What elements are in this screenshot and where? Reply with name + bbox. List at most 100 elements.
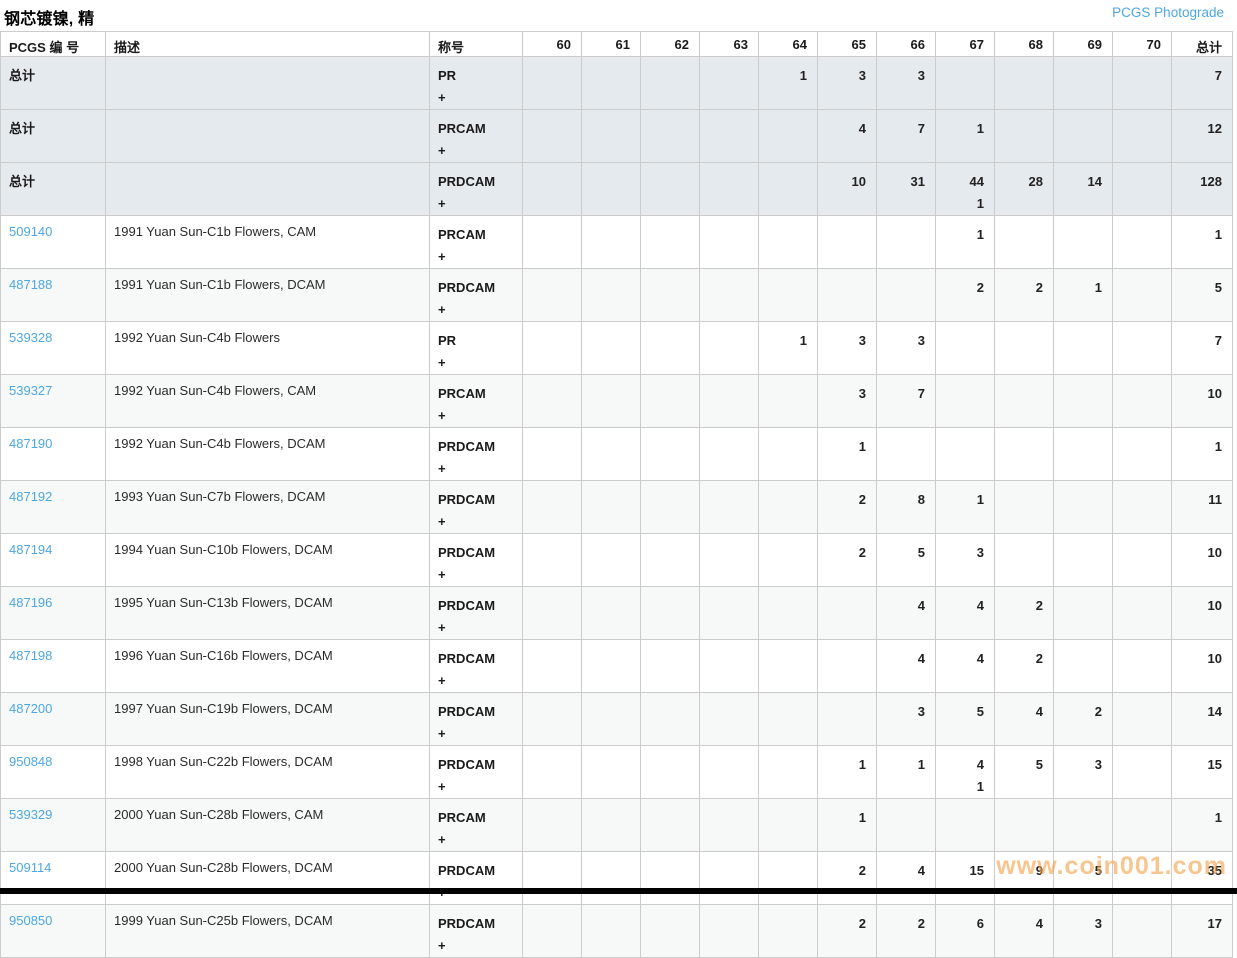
grade-count-cell: 1 xyxy=(935,109,995,163)
designation-label: PRDCAM xyxy=(438,651,496,666)
grade-count-cell: 5 xyxy=(935,692,995,746)
pcgs-number-link[interactable]: 539329 xyxy=(9,807,52,822)
total-label-cell: 总计 xyxy=(0,56,106,110)
pcgs-number-link[interactable]: 487194 xyxy=(9,542,52,557)
grade-count-cell xyxy=(1112,374,1172,428)
count-value: 4 xyxy=(1035,704,1043,719)
pcgs-photograde-link[interactable]: PCGS Photograde xyxy=(1112,5,1228,20)
pcgs-number-link[interactable]: 950848 xyxy=(9,754,52,769)
grade-count-cell xyxy=(640,215,700,269)
grade-count-cell xyxy=(640,586,700,640)
grade-count-cell xyxy=(1053,321,1113,375)
count-value: 17 xyxy=(1207,916,1222,931)
count-value: 14 xyxy=(1087,174,1102,189)
grade-count-cell xyxy=(817,639,877,693)
grade-count-cell xyxy=(817,268,877,322)
grade-count-cell xyxy=(1112,798,1172,852)
grade-count-cell xyxy=(699,586,759,640)
grade-count-cell xyxy=(1112,692,1172,746)
grade-count-cell xyxy=(522,851,582,905)
grade-count-cell xyxy=(1112,109,1172,163)
pcgs-number-link[interactable]: 509140 xyxy=(9,224,52,239)
grade-count-cell xyxy=(1053,639,1113,693)
grade-count-cell xyxy=(1112,586,1172,640)
count-value: 128 xyxy=(1200,174,1222,189)
grade-count-cell xyxy=(640,745,700,799)
grade-count-cell: 9 xyxy=(994,851,1054,905)
grade-count-cell xyxy=(522,692,582,746)
grade-count-cell: 6 xyxy=(935,904,995,958)
grade-count-cell: 1 xyxy=(758,321,818,375)
grade-count-cell xyxy=(758,692,818,746)
count-value: 1 xyxy=(976,196,984,211)
grade-count-cell xyxy=(758,109,818,163)
table-row: 509114 2000 Yuan Sun-C28b Flowers, DCAM PR… xyxy=(0,851,1233,905)
grade-count-cell xyxy=(581,639,641,693)
grade-count-cell xyxy=(522,162,582,216)
table-row: 487198 1996 Yuan Sun-C16b Flowers, DCAM PR… xyxy=(0,639,1233,693)
grade-count-cell xyxy=(758,162,818,216)
table-row: 509140 1991 Yuan Sun-C1b Flowers, CAM PRCA… xyxy=(0,215,1233,269)
designation-plus-label: + xyxy=(438,832,446,847)
pcgs-number-cell: 539328 xyxy=(0,321,106,375)
grade-count-cell: 5 xyxy=(1053,851,1113,905)
grade-count-cell xyxy=(1112,745,1172,799)
grade-count-cell: 3 xyxy=(876,56,936,110)
designation-cell: PRDCAM + xyxy=(429,745,523,799)
row-total-cell: 10 xyxy=(1171,639,1233,693)
designation-label: PRDCAM xyxy=(438,545,496,560)
grade-count-cell: 3 xyxy=(817,374,877,428)
count-value: 5 xyxy=(976,704,984,719)
pcgs-number-link[interactable]: 487198 xyxy=(9,648,52,663)
count-value: 2 xyxy=(1035,280,1043,295)
count-value: 1 xyxy=(858,757,866,772)
grade-count-cell xyxy=(522,639,582,693)
description-cell: 1997 Yuan Sun-C19b Flowers, DCAM xyxy=(105,692,430,746)
pcgs-number-link[interactable]: 487200 xyxy=(9,701,52,716)
designation-plus-label: + xyxy=(438,938,446,953)
pcgs-number-link[interactable]: 487192 xyxy=(9,489,52,504)
grade-count-cell: 8 xyxy=(876,480,936,534)
grade-count-cell: 1 xyxy=(817,427,877,481)
designation-plus-label: + xyxy=(438,249,446,264)
count-value: 4 xyxy=(976,651,984,666)
pcgs-number-link[interactable]: 487190 xyxy=(9,436,52,451)
grade-count-cell xyxy=(581,904,641,958)
grade-count-cell xyxy=(758,374,818,428)
pcgs-number-link[interactable]: 509114 xyxy=(9,860,51,875)
row-total-cell: 14 xyxy=(1171,692,1233,746)
count-value: 5 xyxy=(917,545,925,560)
total-row: 总计 PR +1 3 3 7 xyxy=(0,56,1233,110)
grade-count-cell xyxy=(522,533,582,587)
count-value: 31 xyxy=(910,174,925,189)
grade-count-cell: 5 xyxy=(994,745,1054,799)
grade-count-cell: 3 xyxy=(1053,904,1113,958)
row-total-cell: 5 xyxy=(1171,268,1233,322)
pcgs-number-link[interactable]: 539328 xyxy=(9,330,52,345)
grade-count-cell xyxy=(640,851,700,905)
grade-count-cell xyxy=(640,109,700,163)
grade-count-cell xyxy=(581,480,641,534)
grade-count-cell xyxy=(581,374,641,428)
grade-count-cell xyxy=(522,586,582,640)
description-cell: 1992 Yuan Sun-C4b Flowers, DCAM xyxy=(105,427,430,481)
grade-count-cell: 4 xyxy=(994,692,1054,746)
grade-count-cell: 4 xyxy=(876,639,936,693)
count-value: 35 xyxy=(1207,863,1222,878)
pcgs-number-link[interactable]: 487188 xyxy=(9,277,52,292)
grade-count-cell xyxy=(640,480,700,534)
grade-count-cell xyxy=(758,851,818,905)
count-value: 15 xyxy=(969,863,984,878)
pcgs-number-link[interactable]: 539327 xyxy=(9,383,52,398)
total-row: 总计 PRCAM +4 7 1 12 xyxy=(0,109,1233,163)
grade-count-cell xyxy=(935,321,995,375)
count-value: 1 xyxy=(1094,280,1102,295)
designation-plus-label: + xyxy=(438,196,446,211)
grade-count-cell xyxy=(758,904,818,958)
pcgs-number-cell: 509114 xyxy=(0,851,106,905)
grade-count-cell: 3 xyxy=(1053,745,1113,799)
count-value: 44 xyxy=(969,174,984,189)
table-body: 总计 PR +1 3 3 7 总计 PRCAM +4 7 1 12 总计 PRDCAM +10 31 44 1 28… xyxy=(0,56,1233,958)
pcgs-number-link[interactable]: 950850 xyxy=(9,913,52,928)
pcgs-number-link[interactable]: 487196 xyxy=(9,595,52,610)
